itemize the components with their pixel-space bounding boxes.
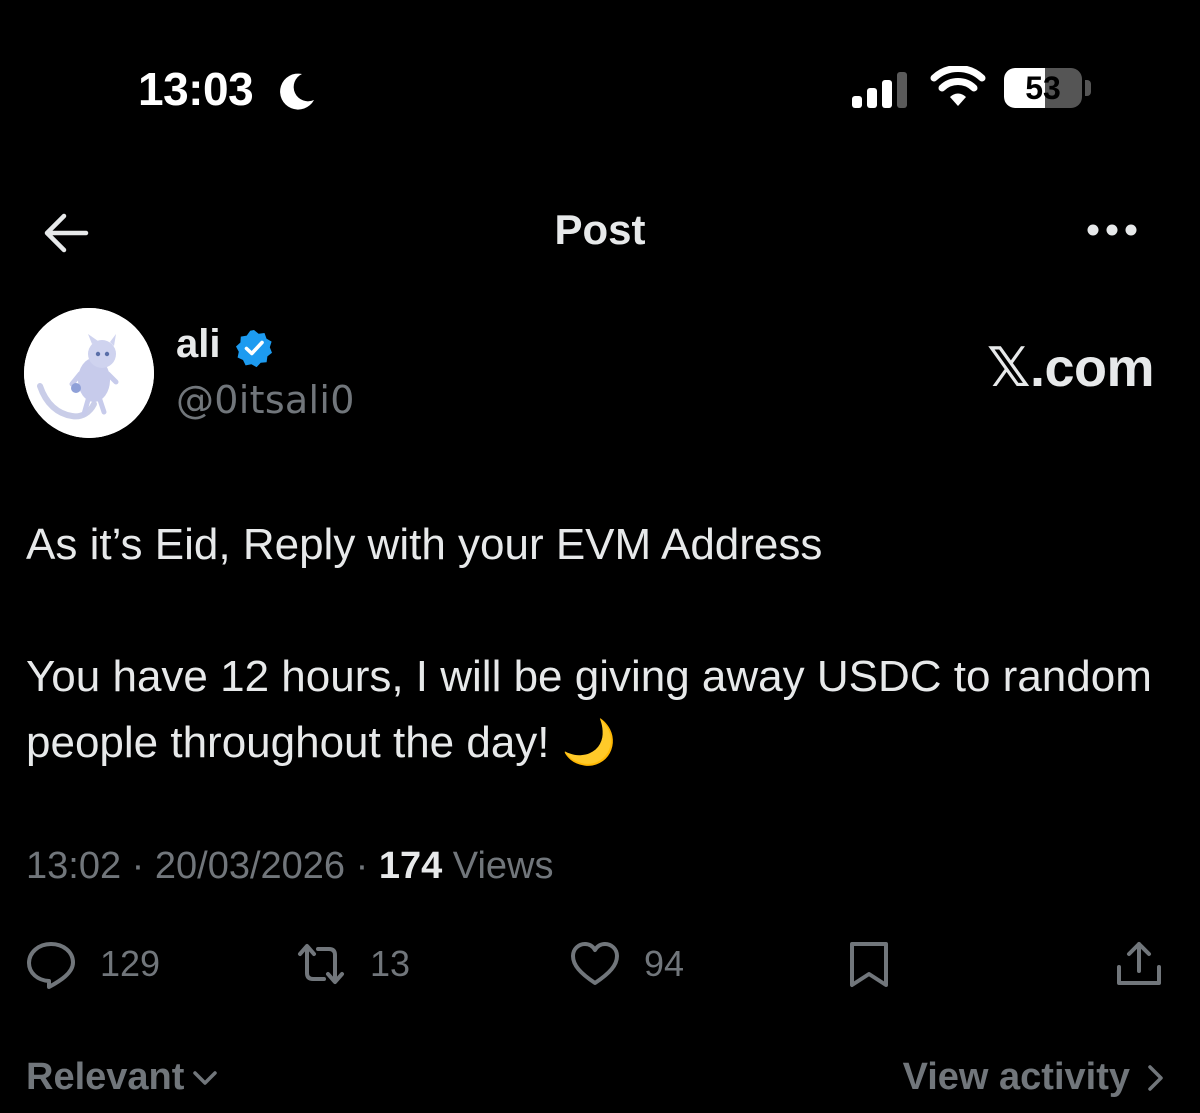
view-activity-label: View activity <box>902 1056 1130 1098</box>
display-name[interactable]: ali <box>176 322 220 367</box>
chevron-right-icon <box>1148 1064 1163 1091</box>
views-count: 174 <box>378 845 443 887</box>
user-handle[interactable]: @0itsali0 <box>176 378 355 422</box>
battery-nub <box>1085 80 1091 96</box>
page-title: Post <box>554 206 646 253</box>
battery-indicator: 53 <box>1004 68 1082 108</box>
post-time[interactable]: 13:02 <box>26 845 121 887</box>
post-text: As it’s Eid, Reply with your EVM Address… <box>26 512 1166 776</box>
bookmark-button[interactable] <box>842 934 896 994</box>
status-time: 13:03 <box>138 63 254 115</box>
post-screen: 13:03 53 Post ali @0itsali0 𝕏.com As it’… <box>0 0 1200 1113</box>
wifi-icon <box>930 66 986 106</box>
heart-icon <box>571 942 619 985</box>
reply-icon <box>27 942 75 989</box>
reply-count: 129 <box>100 943 161 984</box>
moon-icon <box>280 73 314 110</box>
sort-replies-dropdown[interactable]: Relevant <box>26 1056 220 1099</box>
watermark-text: 𝕏.com <box>986 338 1155 398</box>
view-activity-link[interactable]: View activity <box>903 1056 1170 1099</box>
post-date[interactable]: 20/03/2026 <box>155 845 345 887</box>
chevron-down-icon <box>193 1070 218 1085</box>
repost-button[interactable]: 13 <box>294 934 410 994</box>
like-button[interactable]: 94 <box>568 934 684 994</box>
post-paragraph: As it’s Eid, Reply with your EVM Address <box>26 520 823 569</box>
reply-button[interactable]: 129 <box>24 934 160 994</box>
cellular-signal-icon <box>852 72 907 108</box>
post-paragraph: You have 12 hours, I will be giving away… <box>26 652 1152 767</box>
battery-percent: 53 <box>1025 70 1061 106</box>
views-label: Views <box>442 845 554 887</box>
repost-count: 13 <box>370 943 411 984</box>
meta-separator: · <box>345 845 379 887</box>
share-button[interactable] <box>1112 934 1166 994</box>
like-count: 94 <box>644 943 685 984</box>
more-horizontal-icon[interactable] <box>1082 212 1142 248</box>
bookmark-icon <box>850 942 888 987</box>
avatar[interactable] <box>24 308 154 438</box>
repost-icon <box>298 944 344 984</box>
meta-separator: · <box>121 845 155 887</box>
avatar-image <box>24 308 154 438</box>
share-icon <box>1117 942 1161 985</box>
post-meta: 13:02 · 20/03/2026 · 174 Views <box>26 845 554 888</box>
verified-badge-icon <box>236 330 272 368</box>
sort-label: Relevant <box>26 1056 185 1098</box>
